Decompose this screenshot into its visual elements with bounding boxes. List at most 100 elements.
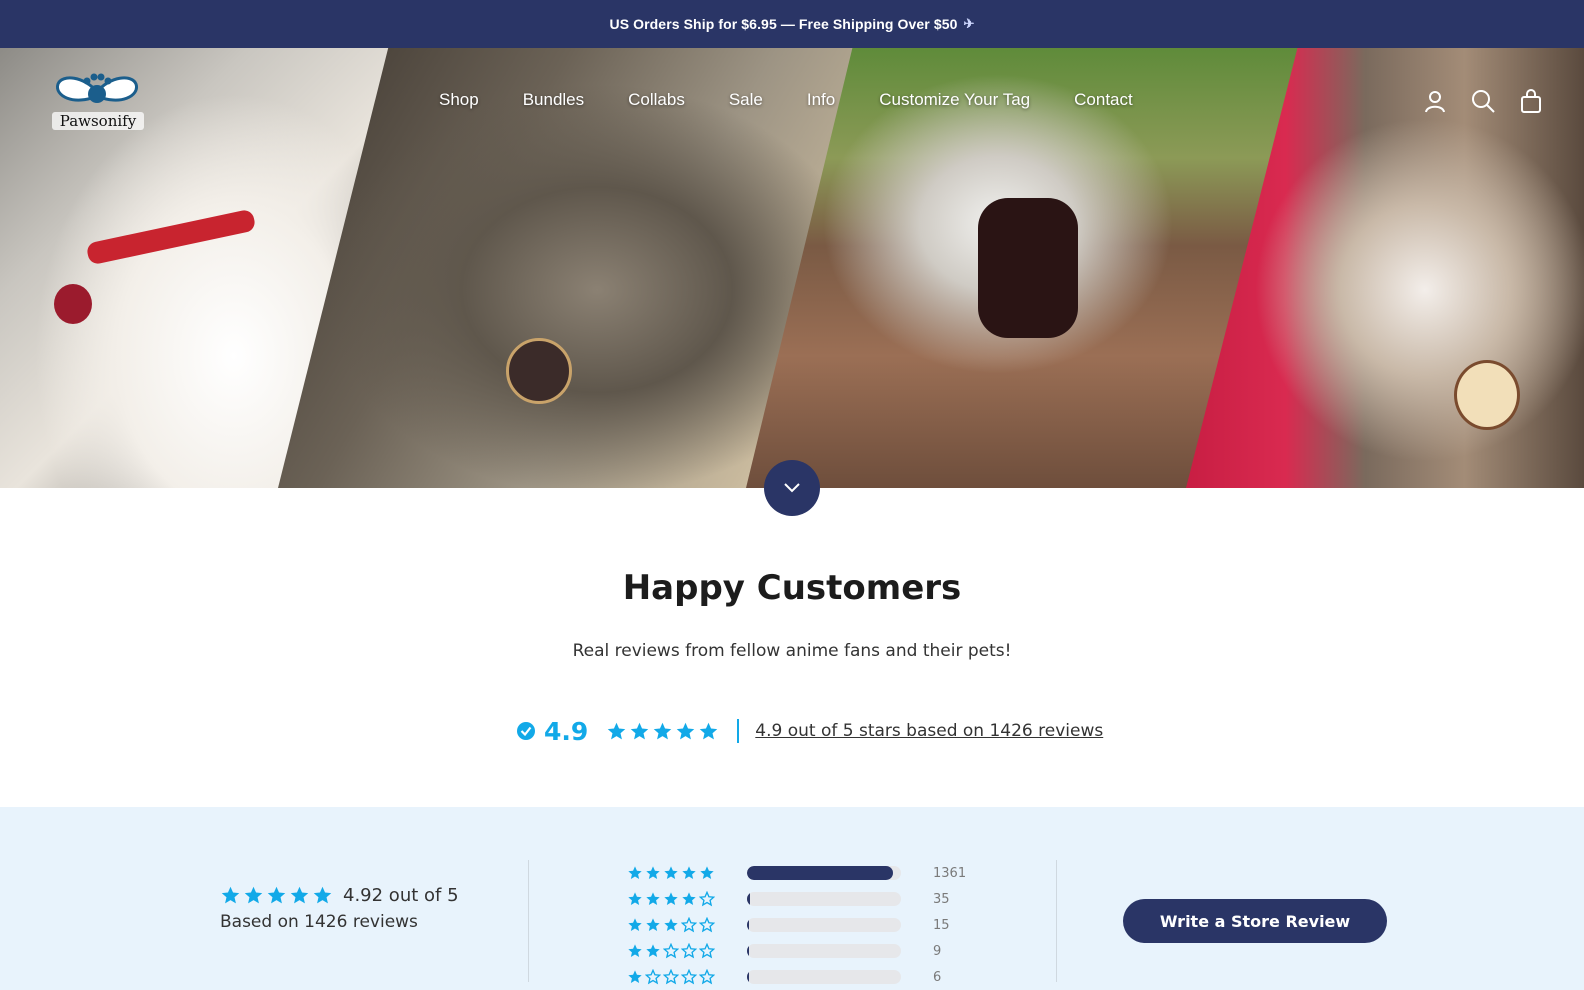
- star-empty-icon: [663, 943, 679, 959]
- star-filled-icon: [628, 866, 642, 879]
- histogram-count: 6: [933, 969, 942, 985]
- write-review-button[interactable]: Write a Store Review: [1123, 899, 1387, 943]
- rating-divider: [737, 719, 740, 743]
- histogram-row-1-star[interactable]: 6: [627, 964, 966, 990]
- verified-check-icon: [517, 722, 535, 740]
- histogram-bar: [747, 944, 901, 958]
- star-filled-icon: [646, 866, 660, 879]
- histogram-stars: [627, 969, 727, 985]
- histogram-bar: [747, 918, 901, 932]
- brand-name: Pawsonify: [52, 112, 144, 130]
- rating-summary-link[interactable]: 4.9 out of 5 stars based on 1426 reviews: [755, 721, 1103, 741]
- account-icon[interactable]: [1422, 88, 1448, 114]
- star-filled-icon: [682, 892, 696, 905]
- star-filled-icon: [628, 918, 642, 931]
- star-filled-icon: [267, 886, 286, 904]
- rating-histogram: 1361 35 15 9 6: [627, 860, 966, 990]
- star-empty-icon: [681, 943, 697, 959]
- harness-image: [978, 198, 1078, 338]
- histogram-count: 15: [933, 917, 950, 933]
- star-filled-icon: [631, 722, 649, 739]
- histogram-bar-fill: [747, 866, 894, 880]
- site-header: Pawsonify Shop Bundles Collabs Sale Info…: [0, 48, 1584, 158]
- announcement-text: US Orders Ship for $6.95 — Free Shipping…: [609, 16, 958, 32]
- star-filled-icon: [664, 892, 678, 905]
- histogram-row-5-star[interactable]: 1361: [627, 860, 966, 886]
- star-filled-icon: [221, 886, 240, 904]
- histogram-bar-fill: [747, 970, 749, 984]
- star-filled-icon: [682, 866, 696, 879]
- scroll-down-button[interactable]: [764, 460, 820, 516]
- paw-bow-logo: [56, 73, 138, 103]
- main-nav: Shop Bundles Collabs Sale Info Customize…: [439, 90, 1177, 110]
- airplane-icon: ✈: [963, 16, 975, 31]
- star-filled-icon: [244, 886, 263, 904]
- histogram-count: 9: [933, 943, 942, 959]
- histogram-bar-fill: [747, 918, 749, 932]
- histogram-bar-fill: [747, 892, 750, 906]
- rating-value: 4.9: [544, 716, 589, 746]
- nav-info[interactable]: Info: [807, 90, 835, 110]
- star-filled-icon: [313, 886, 332, 904]
- star-empty-icon: [645, 969, 661, 985]
- star-filled-icon: [654, 722, 672, 739]
- widget-divider-left: [528, 860, 529, 982]
- star-filled-icon: [664, 918, 678, 931]
- histogram-count: 1361: [933, 865, 967, 881]
- nav-bundles[interactable]: Bundles: [523, 90, 584, 110]
- star-filled-icon: [608, 722, 626, 739]
- star-empty-icon: [699, 943, 715, 959]
- review-count-text: Based on 1426 reviews: [220, 912, 418, 932]
- star-filled-icon: [646, 918, 660, 931]
- histogram-count: 35: [933, 891, 950, 907]
- section-subtitle: Real reviews from fellow anime fans and …: [572, 641, 1012, 661]
- star-filled-icon: [700, 722, 718, 739]
- star-filled-icon: [664, 866, 678, 879]
- collar-image: [85, 208, 257, 266]
- nav-customize-your-tag[interactable]: Customize Your Tag: [879, 90, 1030, 110]
- histogram-row-2-star[interactable]: 9: [627, 938, 966, 964]
- chevron-down-icon: [784, 483, 800, 493]
- rating-summary: 4.9 4.9 out of 5 stars based on 1426 rev…: [516, 714, 1103, 748]
- star-empty-icon: [699, 891, 715, 907]
- star-filled-icon: [700, 866, 714, 879]
- histogram-stars: [627, 865, 727, 881]
- nav-contact[interactable]: Contact: [1074, 90, 1133, 110]
- star-filled-icon: [628, 892, 642, 905]
- cart-icon[interactable]: [1518, 88, 1544, 114]
- histogram-row-3-star[interactable]: 15: [627, 912, 966, 938]
- search-icon[interactable]: [1470, 88, 1496, 114]
- brand-logo[interactable]: Pawsonify: [52, 66, 144, 136]
- histogram-bar: [747, 892, 901, 906]
- skull-tag-image: [506, 338, 572, 404]
- histogram-bar-fill: [747, 944, 749, 958]
- cloud-tag-image: [54, 284, 92, 324]
- histogram-stars: [627, 917, 727, 933]
- section-title: Happy Customers: [622, 568, 962, 608]
- star-empty-icon: [663, 969, 679, 985]
- histogram-stars: [627, 943, 727, 959]
- star-filled-icon: [646, 892, 660, 905]
- star-empty-icon: [681, 917, 697, 933]
- nav-collabs[interactable]: Collabs: [628, 90, 685, 110]
- star-filled-icon: [290, 886, 309, 904]
- star-empty-icon: [699, 969, 715, 985]
- nav-sale[interactable]: Sale: [729, 90, 763, 110]
- announcement-bar: US Orders Ship for $6.95 — Free Shipping…: [0, 0, 1584, 48]
- star-filled-icon: [677, 722, 695, 739]
- star-filled-icon: [628, 970, 642, 983]
- star-filled-icon: [628, 944, 642, 957]
- star-empty-icon: [681, 969, 697, 985]
- rating-stars: [606, 721, 719, 742]
- average-rating: 4.92 out of 5 Based on 1426 reviews: [220, 885, 459, 932]
- histogram-row-4-star[interactable]: 35: [627, 886, 966, 912]
- average-text: 4.92 out of 5: [343, 885, 459, 906]
- nav-shop[interactable]: Shop: [439, 90, 479, 110]
- star-empty-icon: [699, 917, 715, 933]
- average-stars: [220, 885, 333, 906]
- header-icons: [1422, 88, 1544, 114]
- widget-divider-right: [1056, 860, 1057, 982]
- histogram-stars: [627, 891, 727, 907]
- histogram-bar: [747, 970, 901, 984]
- star-filled-icon: [646, 944, 660, 957]
